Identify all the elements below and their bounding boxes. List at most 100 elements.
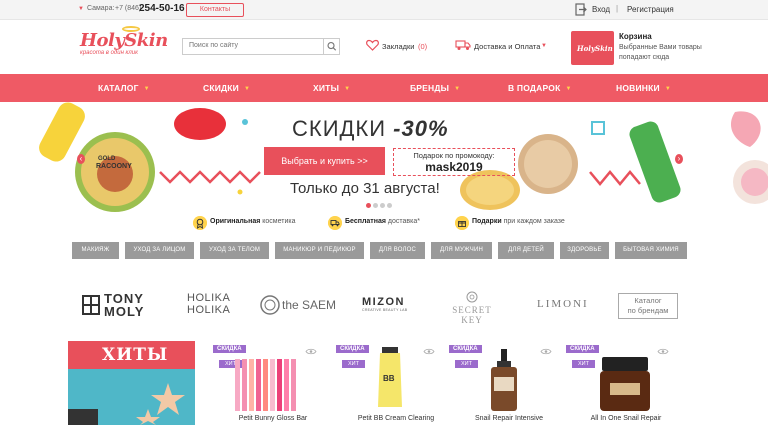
feature-text: косметика [260,218,296,225]
nav-label: СКИДКИ [203,83,239,93]
site-logo[interactable]: HolySkin красота в один клик [80,26,170,66]
product-name[interactable]: Petit Bunny Gloss Bar [213,415,333,422]
location-pin-icon: ▼ [78,6,84,12]
login-link[interactable]: Вход [592,5,610,14]
category-health[interactable]: ЗДОРОВЬЕ [560,242,609,259]
banner-deadline: Только до 31 августа! [290,180,440,197]
delivery-link[interactable]: Доставка и Оплата [474,42,540,51]
nav-item-hits[interactable]: ХИТЫ ▼ [313,83,350,93]
promo-banner[interactable]: GOLD RACOONY ‹ › СКИДКИ -30% Выбрать и к… [0,102,768,212]
product-image: BB [378,347,402,407]
cart-title[interactable]: Корзина [619,32,652,41]
promo-code: mask2019 [425,160,483,174]
svg-text:RACOONY: RACOONY [96,163,132,170]
chevron-down-icon: ▼ [454,86,461,92]
chevron-down-icon: ▼ [664,86,671,92]
heart-icon[interactable] [366,39,379,51]
product-card[interactable]: СКИДКА ХИТ BB Petit BB Cream Clearing [336,345,446,425]
product-image [235,359,296,411]
hit-badge: ХИТ [342,360,365,368]
eye-icon[interactable] [657,348,669,355]
eye-icon[interactable] [423,348,435,355]
bookmarks-link[interactable]: Закладки [382,42,414,51]
product-card[interactable]: СКИДКА ХИТ Petit Bunny Gloss Bar [213,345,323,425]
chevron-right-icon[interactable]: › [675,154,683,164]
slider-dot[interactable] [380,203,385,208]
cart-image[interactable]: HolySkin [571,31,614,65]
main-nav: КАТАЛОГ ▼ СКИДКИ ▼ ХИТЫ ▼ БРЕНДЫ ▼ В ПОДАРОК… [0,74,768,102]
category-face-care[interactable]: УХОД ЗА ЛИЦОМ [125,242,194,259]
feature-text: при каждом заказе [501,218,565,225]
buy-button[interactable]: Выбрать и купить >> [264,147,385,175]
brand-holika[interactable]: HOLIKA HOLIKA [187,292,237,320]
chevron-down-icon: ▼ [143,86,150,92]
lip-mask-image [174,108,226,140]
product-card[interactable]: СКИДКА ХИТ All In One Snail Repair [566,345,676,425]
eye-icon[interactable] [540,348,552,355]
top-bar: ▼ Самара: +7 (846) 254-50-16 Контакты Вхо… [0,0,768,20]
the-saem-logo-icon [260,295,280,315]
nav-item-catalog[interactable]: КАТАЛОГ ▼ [98,83,150,93]
nav-item-brands[interactable]: БРЕНДЫ ▼ [410,83,460,93]
category-makeup[interactable]: МАКИЯЖ [72,242,119,259]
brand-name: the SAEM [282,298,337,312]
nav-item-new[interactable]: НОВИНКИ ▼ [616,83,671,93]
product-name[interactable]: Snail Repair Intensive [449,415,569,422]
chevron-left-icon[interactable]: ‹ [77,154,85,164]
chevron-down-icon: ▼ [565,86,572,92]
category-household[interactable]: БЫТОВАЯ ХИМИЯ [615,242,687,259]
heart-deco-image [730,111,761,147]
category-body-care[interactable]: УХОД ЗА ТЕЛОМ [200,242,269,259]
phone-prefix: +7 (846) [115,5,142,12]
brand-name-line: HOLIKA [187,292,231,304]
city-selector[interactable]: ▼ Самара: [78,5,114,12]
feature-bold: Оригинальная [210,218,261,225]
nav-label: ХИТЫ [313,83,340,93]
brand-secret-key[interactable]: SECRET KEY [440,291,504,325]
product-card[interactable]: СКИДКА ХИТ Snail Repair Intensive [449,345,559,425]
nav-label: БРЕНДЫ [410,83,450,93]
eye-icon[interactable] [305,348,317,355]
nav-item-gift[interactable]: В ПОДАРОК ▼ [508,83,572,93]
category-manicure[interactable]: МАНИКЮР И ПЕДИКЮР [275,242,364,259]
aloe-tube-image [629,121,681,203]
brand-limoni[interactable]: LIMONI [537,298,589,310]
brand-mizon[interactable]: MIZON CREATIVE BEAUTY LAB [362,296,422,316]
nav-label: В ПОДАРОК [508,83,561,93]
product-name[interactable]: Petit BB Cream Clearing [336,415,456,422]
hit-badge: ХИТ [455,360,478,368]
cart-description: Выбранные Вами товары попадают сюда [619,44,702,61]
feature-text: доставка* [385,218,420,225]
slider-dot[interactable] [373,203,378,208]
chevron-down-icon: ▼ [244,86,251,92]
chevron-down-icon: ▼ [541,43,547,49]
tony-moly-logo-icon [82,295,100,315]
slider-dot[interactable] [366,203,371,208]
catalog-line: Каталог [634,296,662,305]
contacts-button[interactable]: Контакты [186,3,244,17]
login-icon[interactable] [575,3,587,16]
promo-label: Подарок по промокоду: [413,151,495,160]
nav-item-discounts[interactable]: СКИДКИ ▼ [203,83,250,93]
brand-name-line: MOLY [104,304,145,319]
brand-tony-moly[interactable]: TONY MOLY [82,292,167,320]
search-icon[interactable] [323,39,339,54]
register-link[interactable]: Регистрация [627,5,674,14]
promo-code-box: Подарок по промокоду: mask2019 [393,148,515,176]
nav-label: НОВИНКИ [616,83,660,93]
sale-badge: СКИДКА [213,345,246,353]
category-hair[interactable]: ДЛЯ ВОЛОС [370,242,425,259]
category-kids[interactable]: ДЛЯ ДЕТЕЙ [498,242,554,259]
category-men[interactable]: ДЛЯ МУЖЧИН [431,242,492,259]
halo-icon [122,26,140,32]
product-name[interactable]: All In One Snail Repair [566,415,686,422]
hits-title: ХИТЫ [102,345,169,365]
slider-dot[interactable] [387,203,392,208]
phone-number[interactable]: 254-50-16 [139,3,185,14]
starfish-decoration [68,383,185,425]
search-input[interactable] [189,42,317,49]
brand-the-saem[interactable]: the SAEM [260,295,340,317]
hits-banner[interactable]: ХИТЫ [68,341,195,425]
catalog-by-brands-button[interactable]: Каталог по брендам [618,293,678,319]
banner-title-main: СКИДКИ [292,116,387,141]
